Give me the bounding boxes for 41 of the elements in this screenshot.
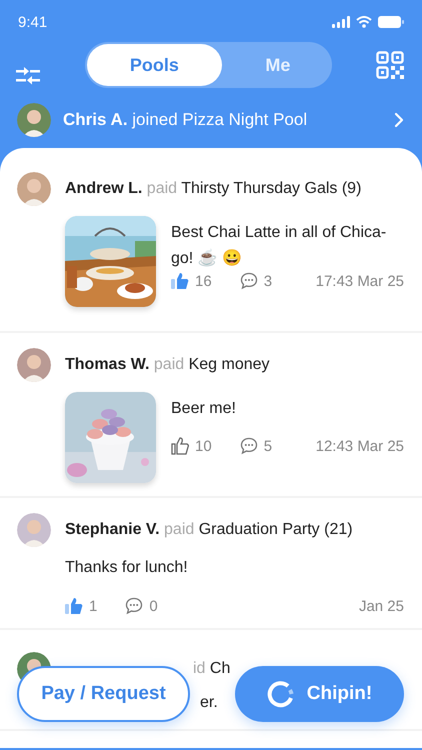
like-count: 16 [195, 272, 212, 290]
battery-icon [378, 16, 404, 28]
timestamp: 12:43 Mar 25 [316, 438, 404, 454]
notification-text: Chris A. joined Pizza Night Pool [63, 110, 308, 130]
tab[interactable]: Pools [86, 44, 222, 86]
signal-icon [332, 16, 350, 28]
qr-code-icon[interactable] [376, 51, 404, 79]
post-message: Thanks for lunch! [65, 558, 189, 578]
comment-icon[interactable] [125, 597, 144, 615]
comment-count: 5 [264, 438, 272, 454]
avatar [17, 172, 51, 206]
spinner-icon [266, 680, 295, 708]
avatar [17, 513, 51, 547]
thumbs-up-filled-icon[interactable] [171, 272, 189, 290]
wifi-icon [356, 16, 372, 28]
chevron-right-icon [394, 112, 404, 128]
pay-request-button[interactable]: Pay / Request [17, 666, 190, 722]
post-message: Best Chai Latte in all of Chica-go! ☕ 😀 [171, 223, 388, 269]
comment-icon[interactable] [240, 437, 258, 455]
like-count: 10 [195, 438, 212, 454]
post-title: Andrew L. paid Thirsty Thursday Gals (9) [65, 180, 362, 198]
filter-icon[interactable] [16, 67, 40, 85]
tab[interactable]: Me [224, 42, 332, 88]
comment-icon[interactable] [240, 272, 258, 290]
notification-banner[interactable]: Chris A. joined Pizza Night Pool [0, 92, 422, 148]
post-title: Stephanie V. paid Graduation Party (21) [65, 521, 353, 539]
post-message: er. [200, 693, 218, 713]
chipin-button[interactable]: Chipin! [235, 666, 404, 722]
comment-count: 0 [149, 598, 158, 614]
like-count: 1 [89, 598, 98, 614]
thumbs-up-icon[interactable] [171, 437, 189, 455]
avatar [17, 103, 51, 137]
avatar [17, 348, 51, 382]
thumbs-up-filled-icon[interactable] [65, 597, 83, 615]
timestamp: Jan 25 [358, 598, 404, 614]
post-title: Thomas W. paid Keg money [65, 356, 270, 374]
timestamp: 17:43 Mar 25 [316, 272, 404, 290]
post-title: id Ch [193, 660, 230, 678]
post-message: Beer me! [171, 399, 237, 419]
comment-count: 3 [264, 272, 272, 290]
clock: 9:41 [18, 14, 48, 30]
